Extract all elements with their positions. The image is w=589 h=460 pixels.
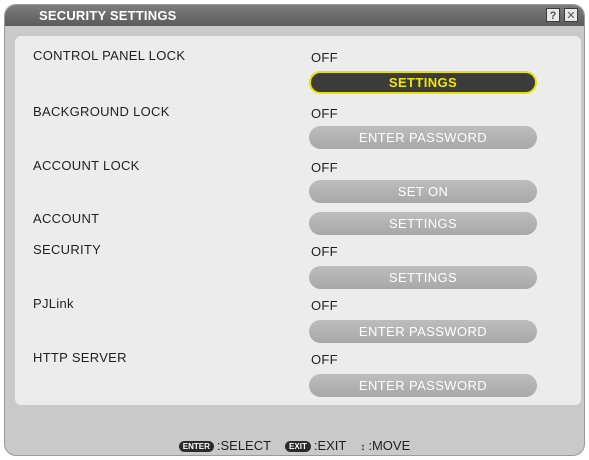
- background-lock-label: BACKGROUND LOCK: [33, 104, 170, 119]
- account-settings-button[interactable]: SETTINGS: [309, 212, 537, 235]
- title-bar: SECURITY SETTINGS ? ✕: [5, 5, 584, 26]
- close-icon[interactable]: ✕: [564, 8, 578, 22]
- security-settings-button[interactable]: SETTINGS: [309, 266, 537, 289]
- help-icon[interactable]: ?: [546, 8, 560, 22]
- move-hint-label: :MOVE: [368, 437, 411, 453]
- security-label: SECURITY: [33, 242, 102, 257]
- move-hint: ↕:MOVE: [360, 438, 410, 453]
- account-lock-label: ACCOUNT LOCK: [33, 158, 140, 173]
- background-lock-value: OFF: [311, 106, 338, 121]
- account-lock-value: OFF: [311, 160, 338, 175]
- control-panel-lock-value: OFF: [311, 50, 338, 65]
- pjlink-label: PJLink: [33, 296, 74, 311]
- http-server-enter-password-button[interactable]: ENTER PASSWORD: [309, 374, 537, 397]
- exit-hint: EXIT:EXIT: [285, 438, 346, 453]
- pjlink-enter-password-button[interactable]: ENTER PASSWORD: [309, 320, 537, 343]
- exit-key-icon: EXIT: [285, 440, 311, 452]
- http-server-value: OFF: [311, 352, 338, 367]
- security-settings-window: SECURITY SETTINGS ? ✕ CONTROL PANEL LOCK…: [4, 4, 585, 456]
- select-hint: ENTER:SELECT: [178, 437, 272, 453]
- title-icons: ? ✕: [546, 8, 578, 22]
- control-panel-lock-settings-button[interactable]: SETTINGS: [309, 71, 537, 94]
- pjlink-value: OFF: [311, 298, 338, 313]
- settings-panel: CONTROL PANEL LOCK OFF SETTINGS BACKGROU…: [15, 36, 581, 405]
- select-hint-label: :SELECT: [216, 437, 272, 453]
- account-lock-set-on-button[interactable]: SET ON: [309, 180, 537, 203]
- window-title: SECURITY SETTINGS: [39, 8, 177, 23]
- up-down-arrow-icon: ↕: [360, 441, 366, 453]
- exit-hint-label: :EXIT: [313, 437, 347, 453]
- security-value: OFF: [311, 244, 338, 259]
- background-lock-enter-password-button[interactable]: ENTER PASSWORD: [309, 126, 537, 149]
- enter-key-icon: ENTER: [178, 440, 214, 452]
- control-panel-lock-label: CONTROL PANEL LOCK: [33, 48, 186, 63]
- account-label: ACCOUNT: [33, 211, 100, 226]
- http-server-label: HTTP SERVER: [33, 350, 127, 365]
- footer-hints: ENTER:SELECT EXIT:EXIT ↕:MOVE: [5, 435, 584, 455]
